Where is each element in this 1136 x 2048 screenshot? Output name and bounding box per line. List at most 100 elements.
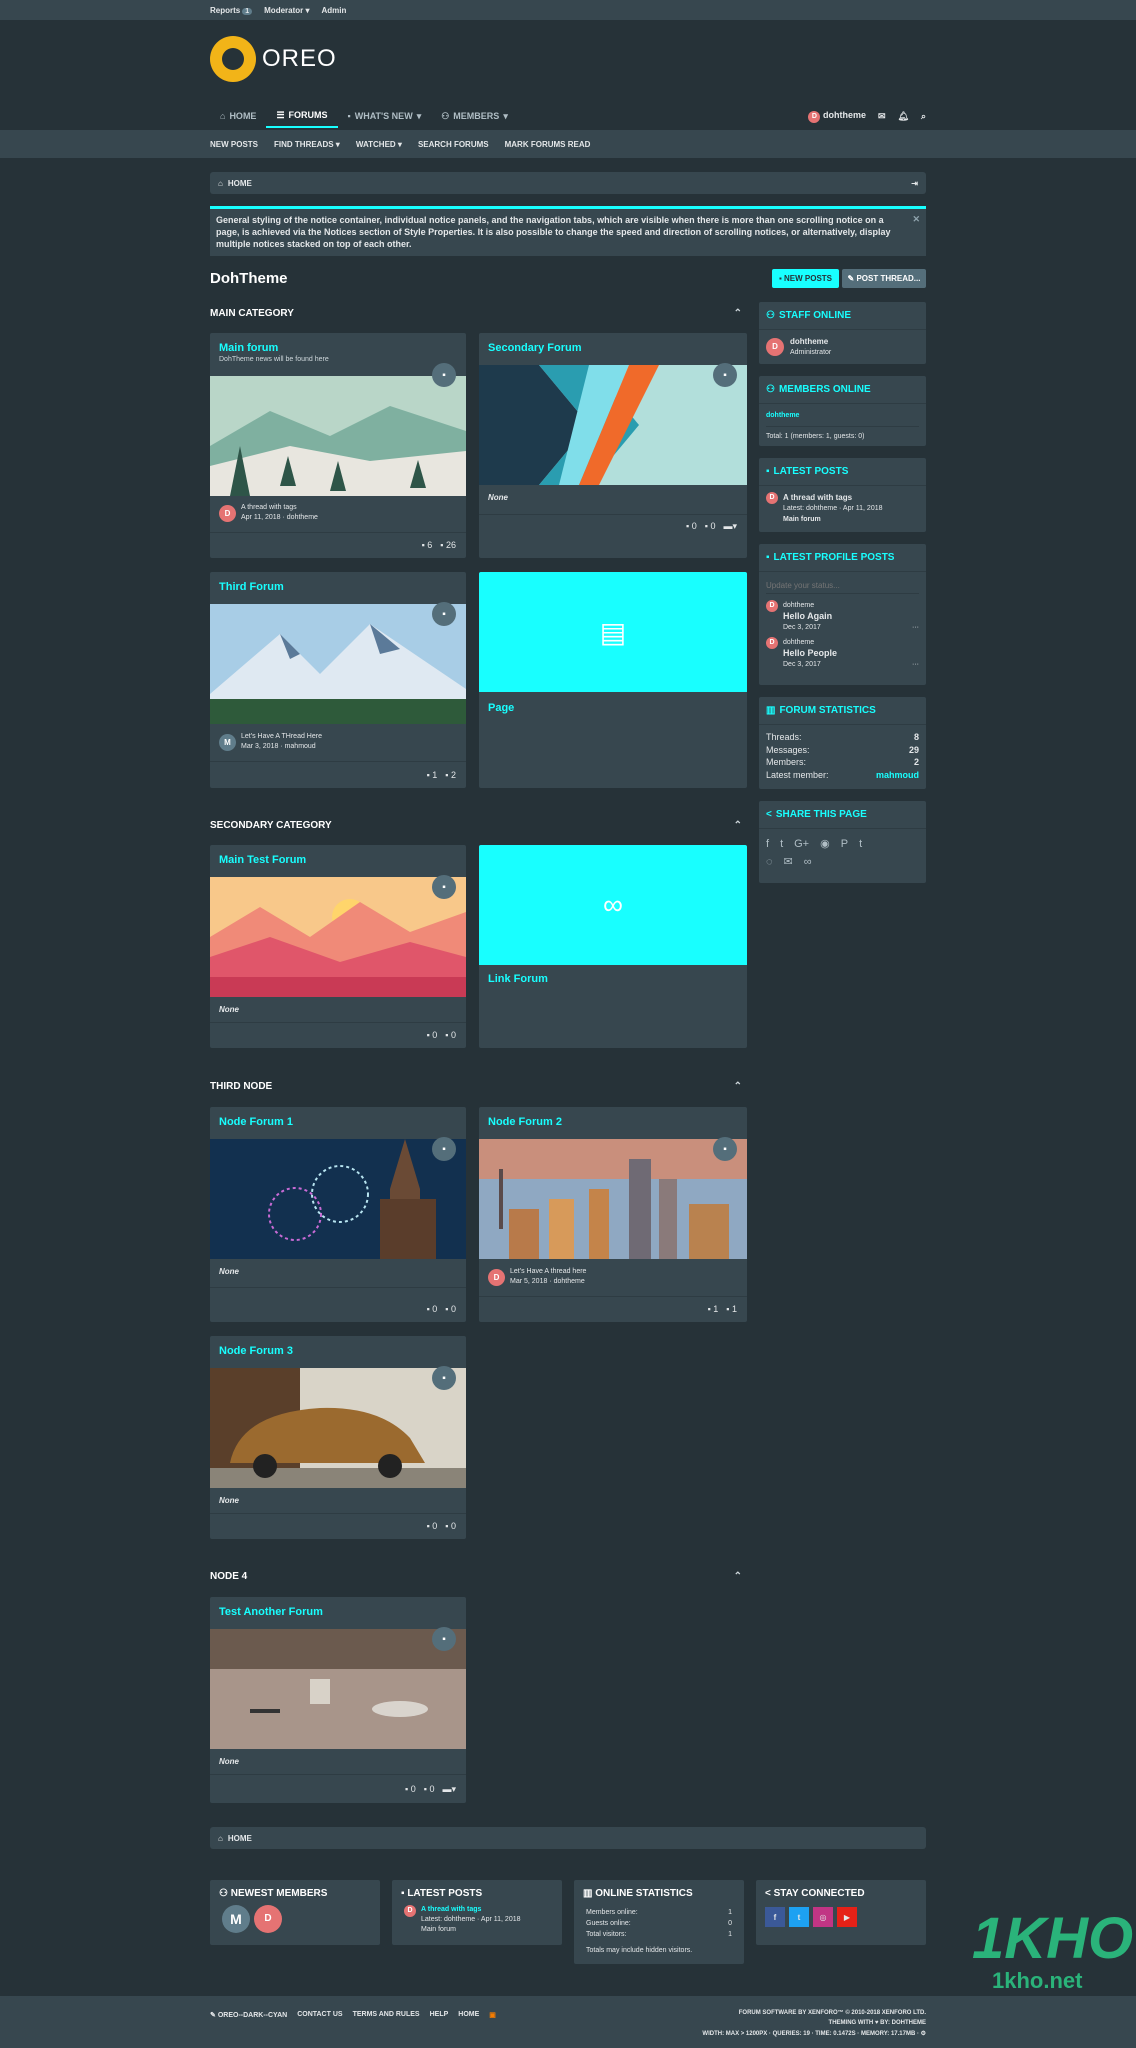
- forum-title[interactable]: Page: [488, 702, 514, 714]
- avatar[interactable]: M: [222, 1905, 250, 1933]
- forum-card-node3[interactable]: Node Forum 3 ▪ None ▪ 0 ▪ 0: [210, 1336, 466, 1539]
- terms-link[interactable]: TERMS AND RULES: [353, 2011, 420, 2019]
- tumblr-icon[interactable]: t: [859, 835, 862, 853]
- tab-forums[interactable]: ☰ FORUMS: [266, 104, 338, 128]
- email-icon[interactable]: ✉: [784, 853, 793, 871]
- forum-title[interactable]: Main forum: [219, 342, 278, 354]
- section-header-node4[interactable]: NODE 4 ⌃: [210, 1571, 746, 1582]
- chevron-up-icon[interactable]: ⌃: [734, 308, 742, 319]
- profile-post-user[interactable]: dohtheme: [783, 600, 919, 611]
- inbox-icon[interactable]: ✉: [878, 111, 886, 122]
- pinterest-icon[interactable]: P: [841, 835, 848, 853]
- section-header-main[interactable]: MAIN CATEGORY ⌃: [210, 308, 746, 319]
- last-post[interactable]: D A thread with tags Apr 11, 2018 · dohth…: [219, 503, 318, 523]
- contact-link[interactable]: CONTACT US: [297, 2011, 342, 2019]
- latest-member-link[interactable]: mahmoud: [876, 769, 919, 782]
- latest-post-forum[interactable]: Main forum: [783, 514, 883, 525]
- avatar[interactable]: D: [766, 338, 784, 356]
- more-icon[interactable]: ···: [912, 622, 919, 633]
- online-member-link[interactable]: dohtheme: [766, 410, 919, 427]
- reports-link[interactable]: Reports 1: [210, 6, 253, 15]
- divider: [210, 1022, 466, 1023]
- post-thread-button[interactable]: ✎ POST THREAD...: [842, 269, 926, 288]
- forum-card-link[interactable]: ∞ Link Forum: [479, 845, 747, 1048]
- last-post[interactable]: M Let's Have A THread Here Mar 3, 2018 · …: [219, 732, 322, 752]
- status-input[interactable]: [766, 578, 919, 594]
- latest-post-title[interactable]: A thread with tags: [421, 1905, 521, 1915]
- forum-title[interactable]: Node Forum 3: [219, 1345, 293, 1357]
- forum-card-page[interactable]: ▤ Page: [479, 572, 747, 788]
- mark-forums-read-link[interactable]: MARK FORUMS READ: [505, 140, 591, 149]
- forum-title[interactable]: Main Test Forum: [219, 854, 306, 866]
- section-header-third[interactable]: THIRD NODE ⌃: [210, 1081, 746, 1092]
- software-credit[interactable]: FORUM SOFTWARE BY XENFORO™ © 2010-2018 X…: [739, 2008, 926, 2018]
- tab-home[interactable]: ⌂ HOME: [210, 104, 266, 128]
- search-forums-link[interactable]: SEARCH FORUMS: [418, 140, 489, 149]
- forum-card-main-test[interactable]: Main Test Forum ▪ None ▪ 0 ▪ 0: [210, 845, 466, 1048]
- last-post-title[interactable]: A thread with tags: [241, 503, 318, 513]
- more-icon[interactable]: ···: [912, 659, 919, 670]
- forum-card-test-another[interactable]: Test Another Forum ▪ None ▪ 0 ▪ 0 ▬▾: [210, 1597, 466, 1803]
- reddit-icon[interactable]: ◉: [820, 835, 830, 853]
- google-plus-icon[interactable]: G+: [794, 835, 809, 853]
- link-icon[interactable]: ∞: [804, 853, 812, 871]
- admin-link[interactable]: Admin: [322, 6, 347, 15]
- forum-title[interactable]: Node Forum 1: [219, 1116, 293, 1128]
- site-logo[interactable]: OREO: [210, 36, 337, 82]
- youtube-icon[interactable]: ▶: [837, 1907, 857, 1927]
- instagram-icon[interactable]: ◎: [813, 1907, 833, 1927]
- last-post-title[interactable]: Let's Have A THread Here: [241, 732, 322, 742]
- folder-icon[interactable]: ▬▾: [723, 521, 737, 532]
- twitter-icon[interactable]: t: [780, 835, 783, 853]
- tab-members[interactable]: ⚇ MEMBERS ▾: [431, 104, 518, 128]
- moderator-menu[interactable]: Moderator ▾: [264, 6, 309, 15]
- chevron-up-icon[interactable]: ⌃: [734, 1081, 742, 1092]
- section-header-secondary[interactable]: SECONDARY CATEGORY ⌃: [210, 820, 746, 831]
- latest-post-title[interactable]: A thread with tags: [783, 492, 883, 503]
- last-post[interactable]: D Let's Have A thread here Mar 5, 2018 · …: [488, 1267, 586, 1287]
- search-icon[interactable]: ⌕: [921, 111, 926, 122]
- breadcrumb-home[interactable]: HOME: [228, 1834, 252, 1843]
- staff-member-name[interactable]: dohtheme: [790, 336, 831, 347]
- profile-post-user[interactable]: dohtheme: [783, 637, 919, 648]
- breadcrumb-home[interactable]: HOME: [228, 179, 252, 188]
- facebook-icon[interactable]: f: [765, 1907, 785, 1927]
- forum-title[interactable]: Secondary Forum: [488, 342, 582, 354]
- latest-post-forum[interactable]: Main forum: [421, 1925, 521, 1935]
- avatar[interactable]: D: [254, 1905, 282, 1933]
- comment-icon: ▪: [713, 363, 737, 387]
- chevron-up-icon[interactable]: ⌃: [734, 820, 742, 831]
- find-threads-link[interactable]: FIND THREADS ▾: [274, 140, 340, 149]
- whatsapp-icon[interactable]: ◌: [766, 853, 773, 871]
- forum-card-secondary[interactable]: Secondary Forum ▪ None ▪ 0 ▪ 0 ▬▾: [479, 333, 747, 558]
- last-post-title[interactable]: Let's Have A thread here: [510, 1267, 586, 1277]
- forum-card-main[interactable]: Main forum DohTheme news will be found h…: [210, 333, 466, 558]
- style-chooser-link[interactable]: ✎ OREO--DARK--CYAN: [210, 2011, 287, 2019]
- new-posts-button[interactable]: ▪ NEW POSTS: [772, 269, 839, 288]
- forum-card-third[interactable]: Third Forum ▪ M Let's Have A THread Here…: [210, 572, 466, 788]
- chevron-up-icon[interactable]: ⌃: [734, 1571, 742, 1582]
- avatar: D: [766, 492, 778, 504]
- forum-title[interactable]: Node Forum 2: [488, 1116, 562, 1128]
- close-icon[interactable]: ✕: [912, 213, 920, 225]
- rss-icon[interactable]: ▣: [489, 2011, 496, 2019]
- facebook-icon[interactable]: f: [766, 835, 769, 853]
- tab-whats-new[interactable]: ▪ WHAT'S NEW ▾: [338, 104, 432, 128]
- forum-title[interactable]: Test Another Forum: [219, 1606, 323, 1618]
- watched-link[interactable]: WATCHED ▾: [356, 140, 402, 149]
- theme-credit[interactable]: THEMING WITH ♥ BY: DOHTHEME: [739, 2018, 926, 2028]
- help-link[interactable]: HELP: [430, 2011, 449, 2019]
- forum-card-node2[interactable]: Node Forum 2 ▪ D Let's Have A thread her…: [479, 1107, 747, 1322]
- latest-post-meta: Latest: dohtheme · Apr 11, 2018: [421, 1916, 521, 1923]
- home-link[interactable]: HOME: [458, 2011, 479, 2019]
- forum-title[interactable]: Third Forum: [219, 581, 284, 593]
- avatar: D: [488, 1268, 505, 1286]
- bell-icon[interactable]: 🔔︎: [898, 111, 909, 122]
- new-posts-link[interactable]: NEW POSTS: [210, 140, 258, 149]
- twitter-icon[interactable]: t: [789, 1907, 809, 1927]
- forum-card-node1[interactable]: Node Forum 1 ▪ None ▪ 0 ▪ 0: [210, 1107, 466, 1322]
- user-menu[interactable]: D dohtheme: [808, 110, 866, 123]
- forum-title[interactable]: Link Forum: [488, 973, 548, 985]
- arrow-right-icon[interactable]: ⇥: [911, 179, 918, 188]
- folder-icon[interactable]: ▬▾: [442, 1784, 456, 1795]
